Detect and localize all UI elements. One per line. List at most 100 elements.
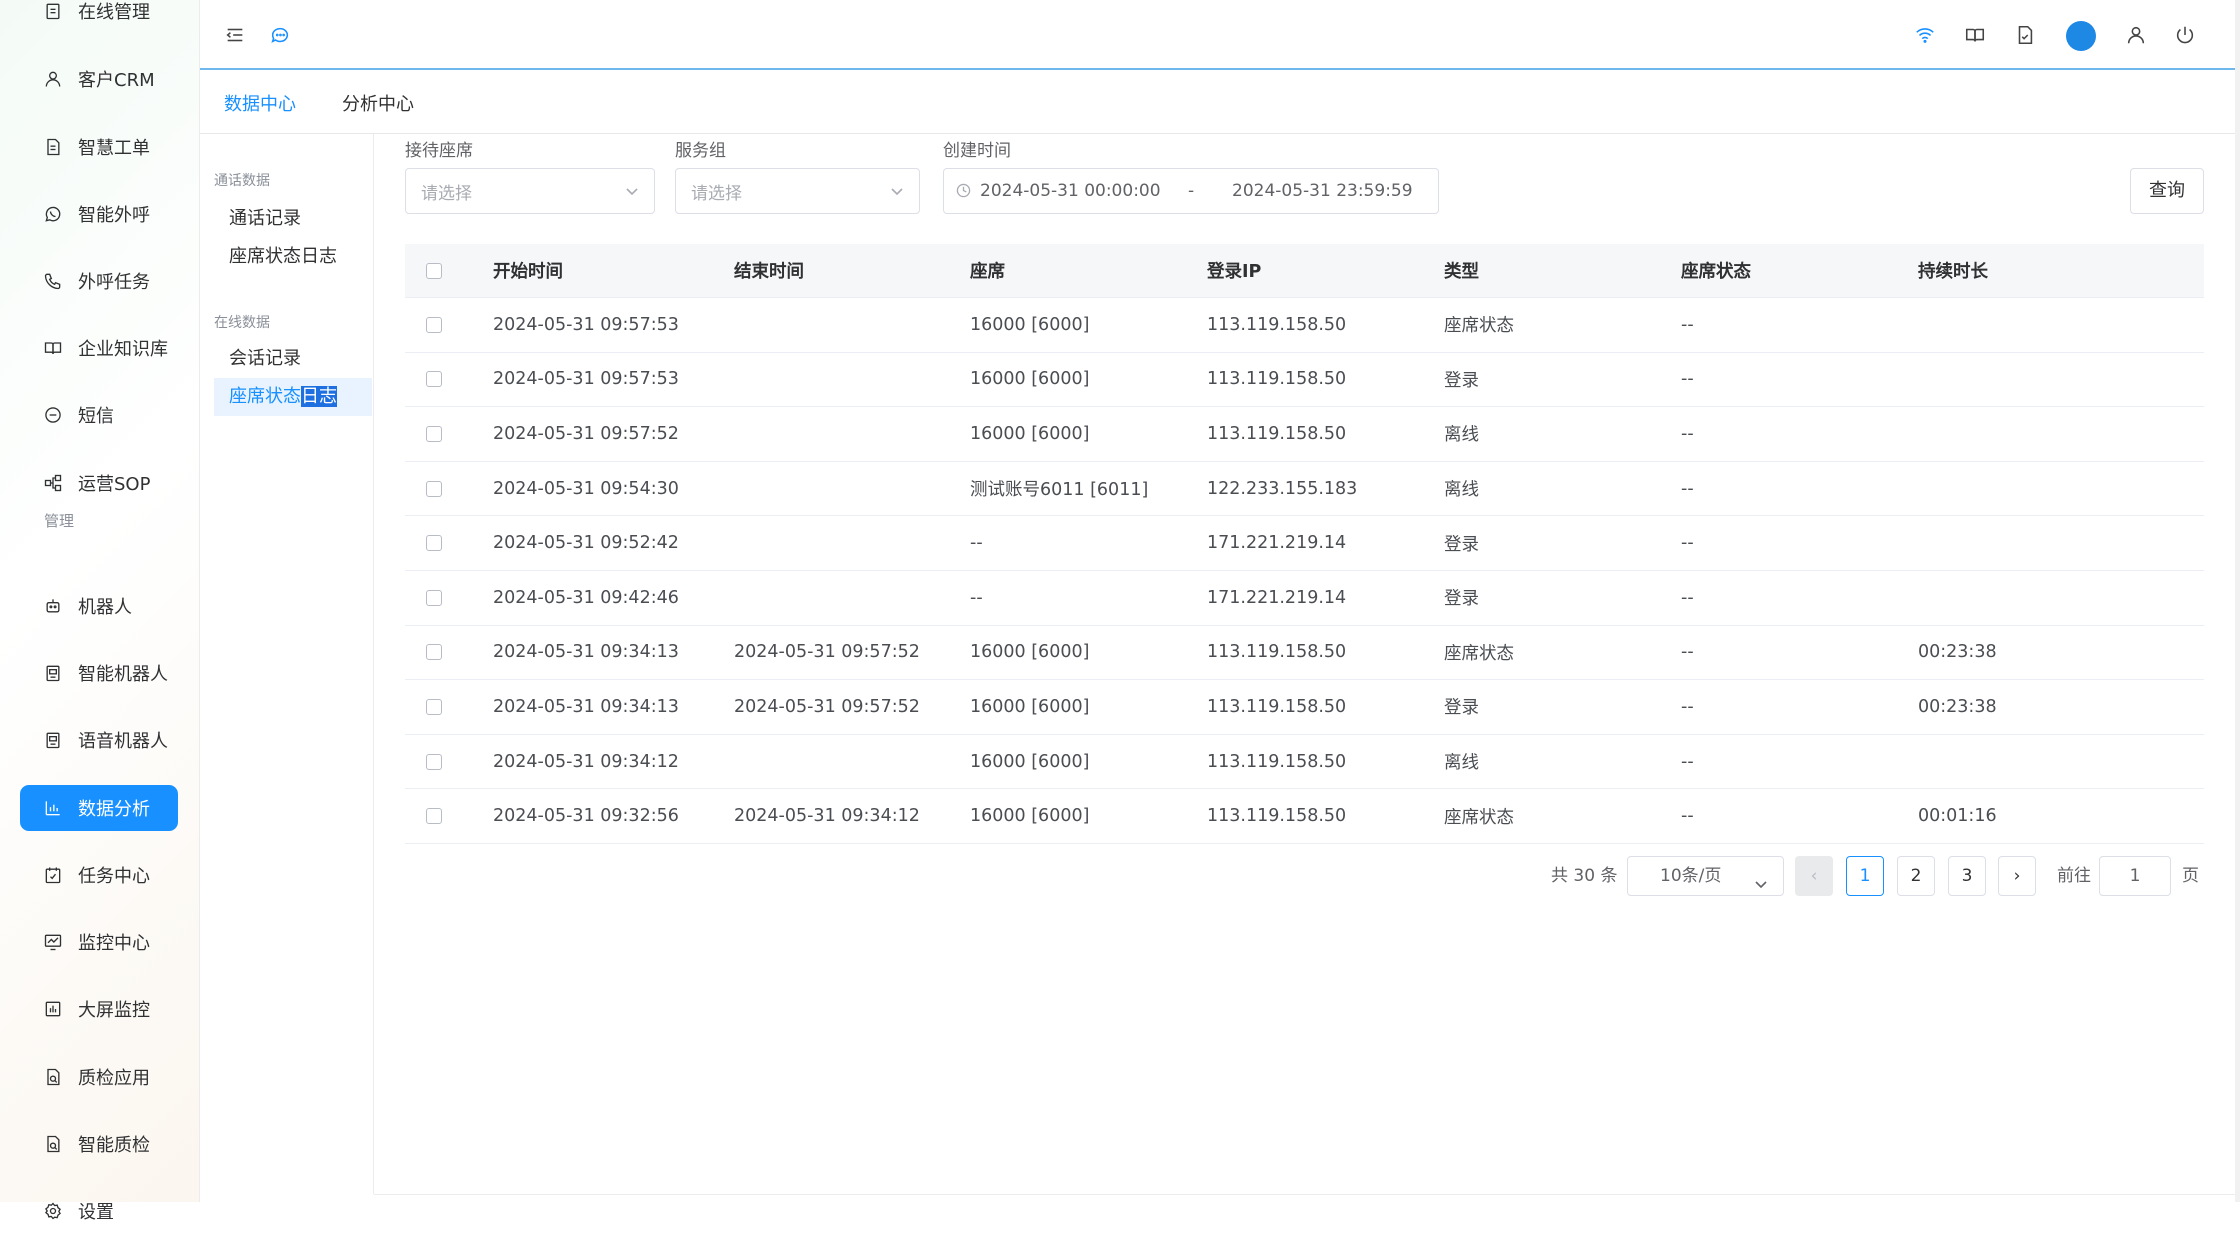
page-size-select[interactable]: 10条/页 [1627, 856, 1784, 896]
date-end-input[interactable]: 2024-05-31 23:59:59 [1232, 181, 1413, 201]
row-checkbox[interactable] [426, 316, 442, 333]
avatar[interactable] [2066, 21, 2096, 51]
query-button[interactable]: 查询 [2130, 168, 2204, 214]
sub-item-session-records[interactable]: 会话记录 [214, 340, 372, 378]
table-row[interactable]: 2024-05-31 09:34:13 2024-05-31 09:57:52 16… [405, 680, 2204, 735]
sidebar-item-voicebot[interactable]: 语音机器人 [20, 717, 178, 763]
table-row[interactable]: 2024-05-31 09:42:46 -- 171.221.219.14 登录 -- [405, 571, 2204, 626]
agent-status-log-table: 开始时间 结束时间 座席 登录IP 类型 座席状态 持续时长 2024-05-31 09:5… [405, 244, 2204, 844]
cell-login-ip: 171.221.219.14 [1207, 533, 1347, 554]
table-row[interactable]: 2024-05-31 09:34:12 16000 [6000] 113.119.1… [405, 735, 2204, 790]
sidebar-item-label: 在线管理 [78, 2, 150, 23]
sidebar-item-outbound[interactable]: 智能外呼 [20, 191, 178, 237]
prev-page-button[interactable]: ‹ [1795, 856, 1833, 896]
cell-agent-status: -- [1681, 642, 1694, 663]
cell-duration: 00:23:38 [1918, 696, 1997, 717]
agent-select-placeholder: 请选择 [421, 183, 472, 204]
sub-item-call-records[interactable]: 通话记录 [214, 200, 372, 238]
cell-agent: 16000 [6000] [970, 806, 1090, 827]
sidebar-item-crm[interactable]: 客户CRM [20, 56, 178, 102]
row-checkbox[interactable] [426, 644, 442, 661]
book-open-icon[interactable] [1962, 22, 1988, 48]
chat-icon[interactable] [267, 22, 293, 48]
column-header-start-time[interactable]: 开始时间 [493, 244, 563, 297]
wifi-icon[interactable] [1912, 22, 1938, 48]
row-checkbox[interactable] [426, 425, 442, 442]
column-header-type[interactable]: 类型 [1444, 244, 1479, 297]
row-checkbox[interactable] [426, 698, 442, 715]
cell-type: 登录 [1444, 589, 1479, 610]
cell-login-ip: 113.119.158.50 [1207, 806, 1347, 827]
sidebar-item-label: 质检应用 [78, 1068, 150, 1089]
table-row[interactable]: 2024-05-31 09:34:13 2024-05-31 09:57:52 16… [405, 626, 2204, 681]
bot-screen-icon [42, 662, 64, 684]
cell-login-ip: 113.119.158.50 [1207, 642, 1347, 663]
cell-type: 登录 [1444, 698, 1479, 719]
page-button-1[interactable]: 1 [1846, 856, 1884, 896]
row-checkbox[interactable] [426, 535, 442, 552]
row-checkbox[interactable] [426, 808, 442, 825]
page-button-2[interactable]: 2 [1897, 856, 1935, 896]
power-icon[interactable] [2172, 22, 2198, 48]
service-group-select[interactable]: 请选择 [675, 168, 920, 214]
sidebar-item-kb[interactable]: 企业知识库 [20, 325, 178, 371]
clock-icon [956, 183, 971, 203]
row-checkbox[interactable] [426, 371, 442, 388]
page-scrollbar[interactable] [2235, 0, 2240, 1202]
cell-start-time: 2024-05-31 09:34:13 [493, 642, 679, 663]
cell-type: 座席状态 [1444, 316, 1514, 337]
goto-page-input[interactable]: 1 [2099, 856, 2171, 896]
row-checkbox[interactable] [426, 753, 442, 770]
table-row[interactable]: 2024-05-31 09:57:53 16000 [6000] 113.119.1… [405, 353, 2204, 408]
page-button-3[interactable]: 3 [1948, 856, 1986, 896]
book-icon [42, 337, 64, 359]
sub-group-call-data: 通话数据 [214, 173, 270, 189]
column-header-login-ip[interactable]: 登录IP [1207, 244, 1261, 297]
sidebar-item-label: 机器人 [78, 597, 132, 618]
sidebar-item-sms[interactable]: 短信 [20, 392, 178, 438]
sub-item-call-agent-status-log[interactable]: 座席状态日志 [214, 238, 372, 276]
sidebar-item-monitor[interactable]: 监控中心 [20, 919, 178, 965]
row-checkbox[interactable] [426, 480, 442, 497]
cell-start-time: 2024-05-31 09:57:52 [493, 423, 679, 444]
row-checkbox[interactable] [426, 589, 442, 606]
sub-item-online-agent-status-log[interactable]: 座席状态日志 [214, 378, 372, 416]
column-header-end-time[interactable]: 结束时间 [734, 244, 804, 297]
cell-agent-status: -- [1681, 806, 1694, 827]
sidebar-item-taskcenter[interactable]: 任务中心 [20, 852, 178, 898]
table-row[interactable]: 2024-05-31 09:54:30 测试账号6011 [6011] 122.23… [405, 462, 2204, 517]
sidebar-item-smartqa[interactable]: 智能质检 [20, 1121, 178, 1167]
agent-select[interactable]: 请选择 [405, 168, 655, 214]
sidebar-item-bigscreen[interactable]: 大屏监控 [20, 986, 178, 1032]
doc-check-icon[interactable] [2012, 22, 2038, 48]
table-row[interactable]: 2024-05-31 09:57:53 16000 [6000] 113.119.1… [405, 298, 2204, 353]
next-page-button[interactable]: › [1998, 856, 2036, 896]
sidebar-item-tasks[interactable]: 外呼任务 [20, 258, 178, 304]
sidebar-item-sop[interactable]: 运营SOP [20, 460, 178, 506]
date-start-input[interactable]: 2024-05-31 00:00:00 [980, 181, 1161, 201]
sidebar-item-qa[interactable]: 质检应用 [20, 1054, 178, 1100]
sidebar-item-ticket[interactable]: 智慧工单 [20, 124, 178, 170]
tab-data-center[interactable]: 数据中心 [224, 90, 296, 116]
table-row[interactable]: 2024-05-31 09:52:42 -- 171.221.219.14 登录 -- [405, 516, 2204, 571]
cell-agent: 16000 [6000] [970, 369, 1090, 390]
date-range-picker[interactable]: 2024-05-31 00:00:00 - 2024-05-31 23:59:5… [943, 168, 1439, 214]
sidebar-item-label: 任务中心 [78, 866, 150, 887]
column-header-agent-status[interactable]: 座席状态 [1681, 244, 1751, 297]
sidebar-item-online[interactable]: 在线管理 [20, 0, 178, 34]
tab-analysis-center[interactable]: 分析中心 [342, 90, 414, 116]
sidebar-item-label: 外呼任务 [78, 272, 150, 293]
table-row[interactable]: 2024-05-31 09:32:56 2024-05-31 09:34:12 16… [405, 789, 2204, 844]
sidebar-item-smartbot[interactable]: 智能机器人 [20, 650, 178, 696]
cell-start-time: 2024-05-31 09:42:46 [493, 587, 679, 608]
clipboard-icon [42, 0, 64, 22]
sidebar-item-robot[interactable]: 机器人 [20, 583, 178, 629]
menu-fold-icon[interactable] [222, 22, 248, 48]
sidebar-item-settings[interactable]: 设置 [20, 1188, 178, 1234]
column-header-duration[interactable]: 持续时长 [1918, 244, 1988, 297]
table-row[interactable]: 2024-05-31 09:57:52 16000 [6000] 113.119.1… [405, 407, 2204, 462]
select-all-checkbox[interactable] [426, 262, 442, 279]
user-icon[interactable] [2123, 22, 2149, 48]
sidebar-item-analytics[interactable]: 数据分析 [20, 785, 178, 831]
column-header-agent[interactable]: 座席 [970, 244, 1005, 297]
